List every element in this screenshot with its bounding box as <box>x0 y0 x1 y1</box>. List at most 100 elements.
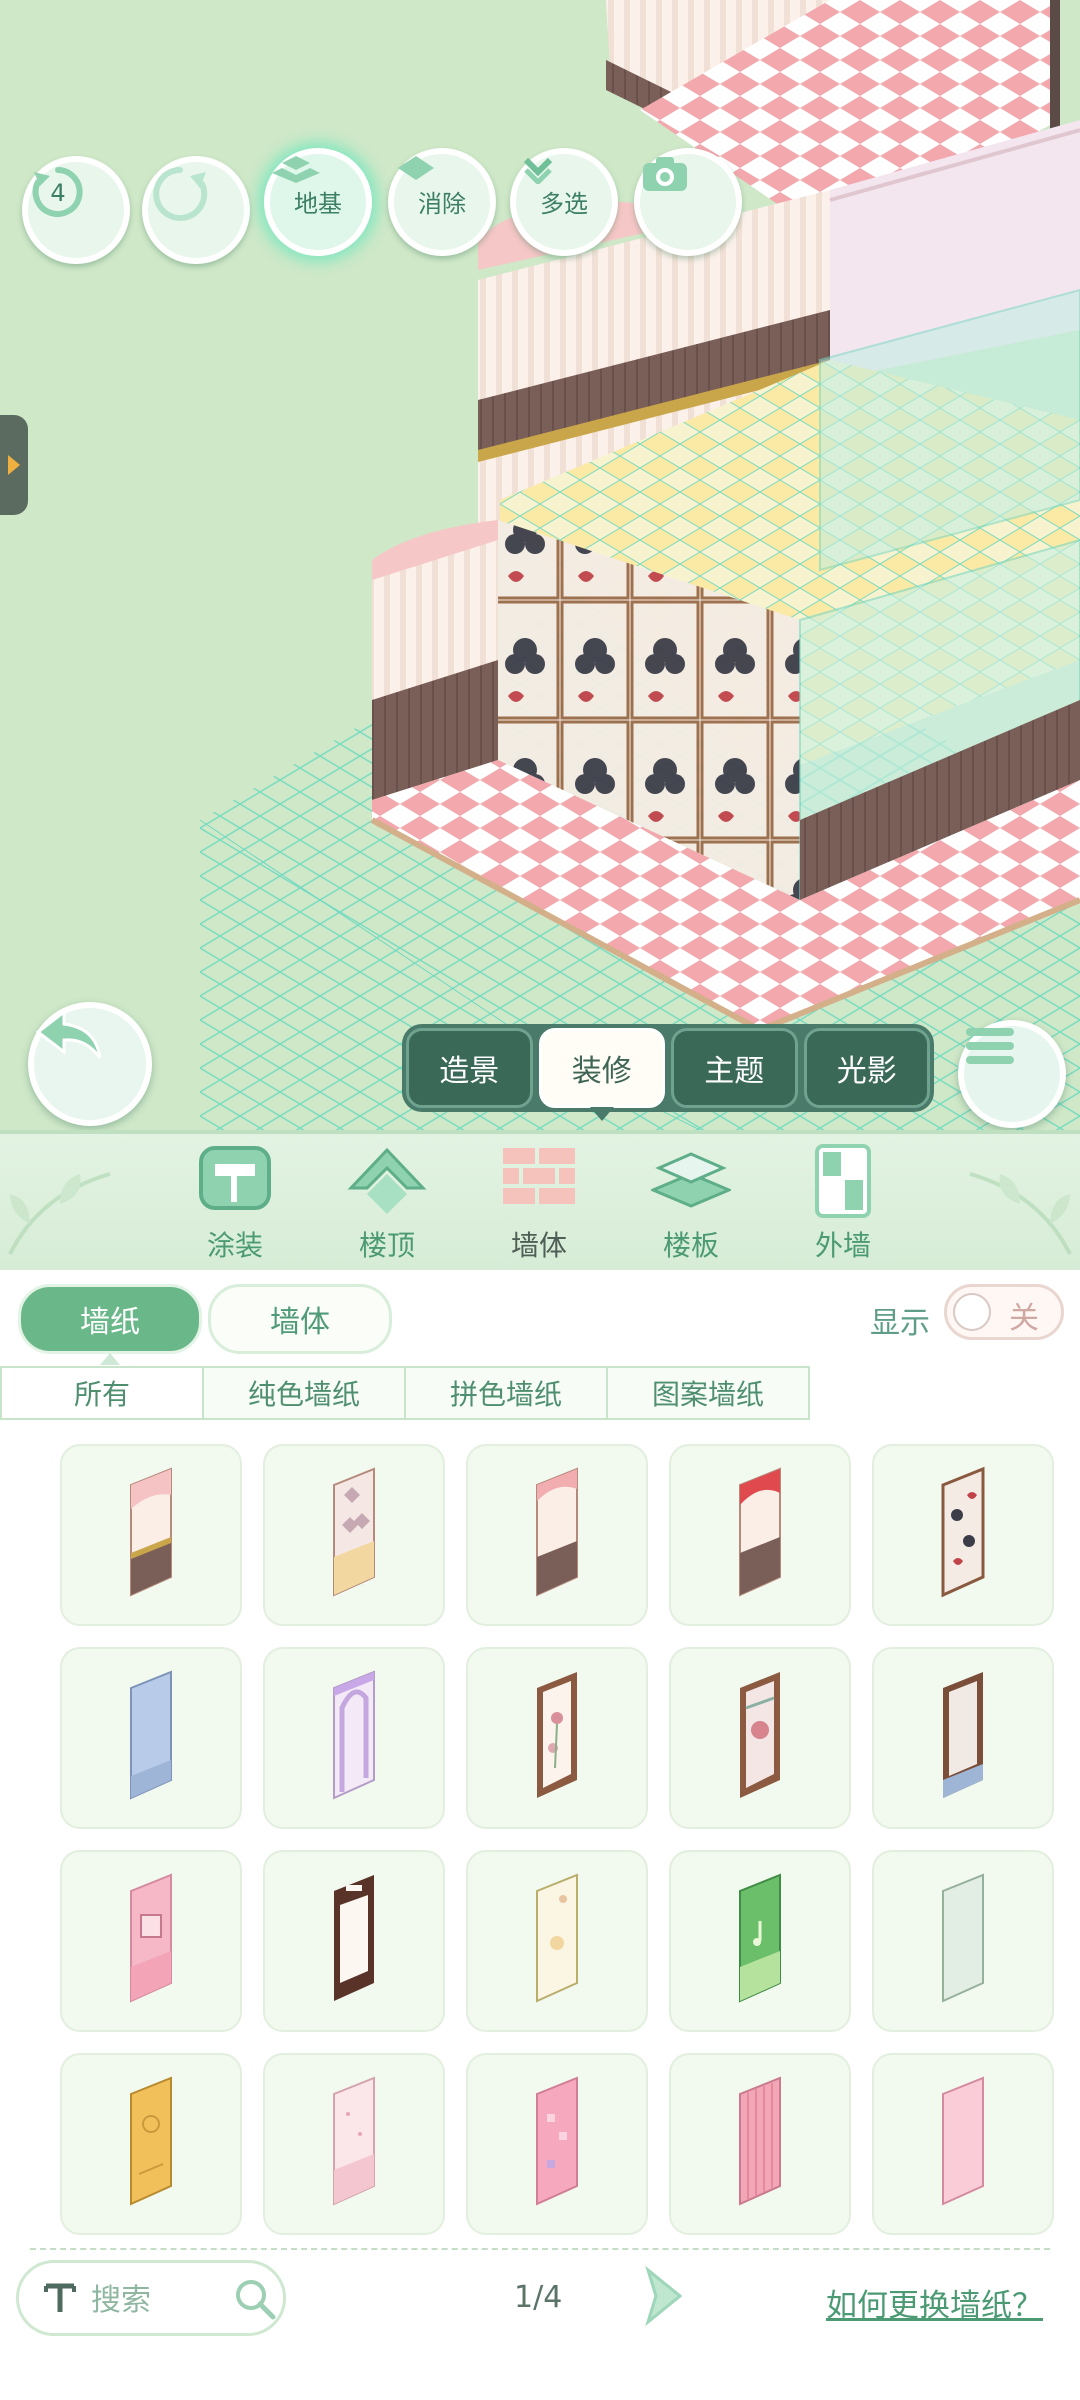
category-wall[interactable]: 墙体 <box>484 1138 594 1268</box>
filter-all[interactable]: 所有 <box>0 1366 204 1420</box>
multiselect-check-icon <box>523 157 553 184</box>
floor-slab-icon <box>651 1152 731 1208</box>
wallpaper-item[interactable] <box>263 1647 445 1829</box>
paint-roller-icon <box>199 1146 271 1210</box>
wallpaper-marble-frame-icon <box>943 1672 983 1798</box>
display-toggle-label: 显示 <box>870 1306 930 1341</box>
chevron-right-icon <box>645 2265 683 2327</box>
wallpaper-item[interactable] <box>263 1444 445 1626</box>
hamburger-menu-icon <box>966 1028 1014 1064</box>
eraser-icon <box>398 156 434 180</box>
wallpaper-golden-ornate-icon <box>130 2076 172 2206</box>
wallpaper-item[interactable] <box>466 1444 648 1626</box>
search-icon[interactable] <box>233 2277 277 2325</box>
undo-count-label: 4 <box>50 179 65 207</box>
subtab-wallpaper[interactable]: 墙纸 <box>18 1284 202 1365</box>
wallpaper-grid <box>60 1444 1056 2235</box>
wallpaper-floral-frame-icon <box>537 1672 577 1798</box>
back-arrow-icon <box>35 1008 102 1059</box>
category-roof-label: 楼顶 <box>358 1229 415 1262</box>
wallpaper-pink-plain-icon <box>942 2076 984 2206</box>
foundation-label: 地基 <box>294 189 342 218</box>
erase-button[interactable]: 消除 <box>388 148 496 256</box>
category-floor[interactable]: 楼板 <box>636 1138 746 1268</box>
undo-button[interactable]: 4 <box>22 156 130 264</box>
filter-two-tone[interactable]: 拼色墙纸 <box>406 1366 608 1420</box>
wallpaper-item[interactable] <box>669 1850 851 2032</box>
search-input[interactable] <box>89 2277 233 2323</box>
wallpaper-item[interactable] <box>466 2053 648 2235</box>
tab-scenery[interactable]: 造景 <box>406 1028 533 1108</box>
wallpaper-item[interactable] <box>669 1444 851 1626</box>
multiselect-button[interactable]: 多选 <box>510 148 618 256</box>
wallpaper-poker-cards-icon <box>941 1466 985 1598</box>
wallpaper-pink-dots-icon <box>333 2076 375 2206</box>
wallpaper-cream-rose-icon <box>536 1873 578 2003</box>
redo-icon <box>153 167 208 221</box>
wallpaper-item[interactable] <box>872 1850 1054 2032</box>
wallpaper-item[interactable] <box>60 1647 242 1829</box>
wallpaper-diamond-checker-icon <box>333 1467 375 1597</box>
wallpaper-pink-pixel-icon <box>536 2076 578 2206</box>
wallpaper-item[interactable] <box>466 1647 648 1829</box>
mode-tab-bar: 造景 装修 主题 光影 <box>402 1024 934 1121</box>
filter-pattern[interactable]: 图案墙纸 <box>608 1366 810 1420</box>
wallpaper-lilac-arch-icon <box>333 1670 375 1800</box>
display-toggle[interactable]: 关 <box>944 1284 1064 1340</box>
wallpaper-mint-plain-icon <box>942 1873 984 2003</box>
wallpaper-item[interactable] <box>466 1850 648 2032</box>
tab-theme[interactable]: 主题 <box>671 1028 798 1108</box>
wallpaper-item[interactable] <box>669 2053 851 2235</box>
filter-solid[interactable]: 纯色墙纸 <box>204 1366 406 1420</box>
category-floor-label: 楼板 <box>662 1229 719 1262</box>
category-exterior-label: 外墙 <box>814 1229 871 1262</box>
wallpaper-item[interactable] <box>60 2053 242 2235</box>
wallpaper-item[interactable] <box>872 2053 1054 2235</box>
vine-decoration-icon <box>8 1172 111 1255</box>
wallpaper-item[interactable] <box>263 2053 445 2235</box>
redo-button[interactable] <box>142 156 250 264</box>
wallpaper-green-music-icon <box>739 1873 781 2003</box>
vine-decoration-icon <box>969 1172 1072 1255</box>
room-canvas[interactable]: 4 地基 消除 多选 造景 装修 主题 光影 <box>0 0 1080 1130</box>
category-exterior[interactable]: 外墙 <box>788 1138 898 1268</box>
wallpaper-pink-curtain-wood-icon <box>536 1467 578 1597</box>
category-paint[interactable]: 涂装 <box>180 1138 290 1268</box>
wallpaper-pink-stripe-wood-icon <box>130 1467 172 1597</box>
multiselect-label: 多选 <box>540 189 588 218</box>
item-panel: 墙纸 墙体 显示 关 所有 纯色墙纸 拼色墙纸 图案墙纸 <box>0 1270 1080 2400</box>
wallpaper-red-curtain-stripe-icon <box>739 1467 781 1597</box>
wallpaper-item[interactable] <box>872 1647 1054 1829</box>
side-drawer-handle[interactable] <box>0 415 28 515</box>
wallpaper-item[interactable] <box>60 1444 242 1626</box>
filter-tabs: 所有 纯色墙纸 拼色墙纸 图案墙纸 <box>0 1366 810 1420</box>
tab-lighting[interactable]: 光影 <box>803 1028 930 1108</box>
wallpaper-item[interactable] <box>60 1850 242 2032</box>
menu-button[interactable] <box>958 1020 1066 1128</box>
category-bar: 涂装 楼顶 墙体 楼板 外墙 <box>0 1130 1080 1277</box>
wallpaper-item[interactable] <box>263 1850 445 2032</box>
category-wall-label: 墙体 <box>510 1229 567 1262</box>
category-paint-label: 涂装 <box>206 1229 263 1262</box>
help-link[interactable]: 如何更换墙纸？ <box>826 2280 1043 2325</box>
camera-button[interactable] <box>634 148 742 256</box>
undo-icon: 4 <box>32 167 83 217</box>
category-roof[interactable]: 楼顶 <box>332 1138 442 1268</box>
wallpaper-item[interactable] <box>872 1444 1054 1626</box>
subtab-wall[interactable]: 墙体 <box>208 1284 392 1354</box>
wallpaper-item[interactable] <box>669 1647 851 1829</box>
brick-wall-icon <box>503 1148 575 1204</box>
tab-decorate[interactable]: 装修 <box>538 1028 665 1121</box>
next-page-button[interactable] <box>640 2265 686 2330</box>
camera-icon <box>643 157 687 191</box>
foundation-icon <box>272 156 320 183</box>
divider <box>30 2248 1050 2250</box>
search-box <box>16 2260 286 2336</box>
roof-icon <box>347 1147 427 1214</box>
back-button[interactable] <box>28 1002 152 1126</box>
wallpaper-blue-plain-icon <box>130 1670 172 1800</box>
text-format-icon <box>37 2275 83 2321</box>
wallpaper-pink-stripe-icon <box>739 2076 781 2206</box>
foundation-button[interactable]: 地基 <box>264 148 372 256</box>
wallpaper-dark-wood-white-icon <box>334 1875 374 2001</box>
